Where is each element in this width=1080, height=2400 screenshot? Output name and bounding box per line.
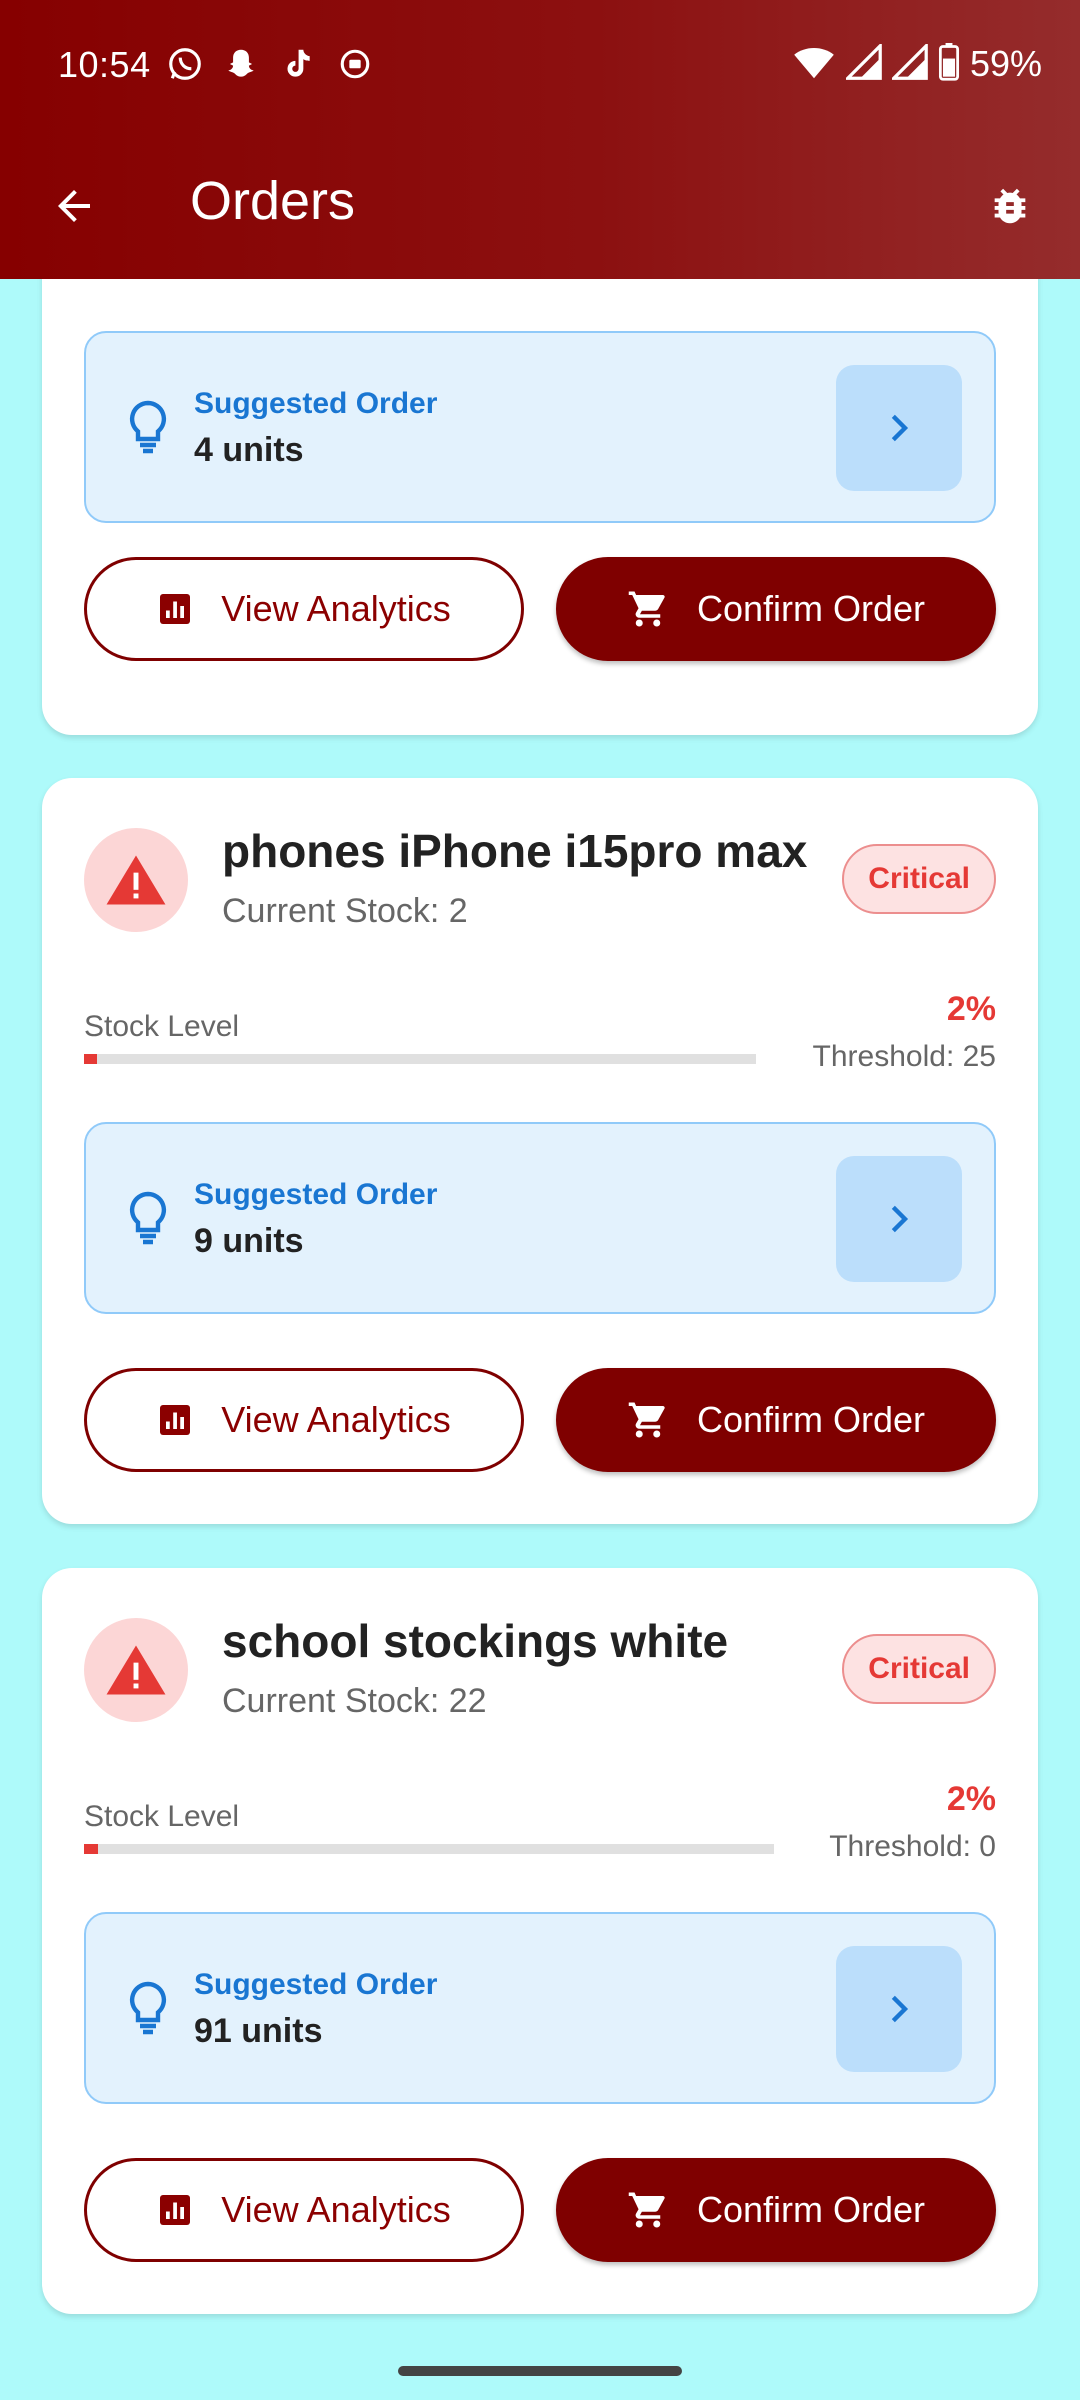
analytics-icon: [160, 594, 191, 624]
confirm-order-button[interactable]: Confirm Order: [556, 557, 996, 661]
analytics-icon: [160, 1405, 191, 1435]
stock-percent: 2%: [946, 990, 996, 1028]
suggested-order-label: Suggested Order: [194, 387, 438, 420]
view-analytics-label: View Analytics: [221, 588, 451, 629]
suggested-order-box: Suggested Order 4 units: [84, 331, 996, 523]
tiktok-icon: [278, 44, 316, 84]
confirm-order-label: Confirm Order: [696, 588, 926, 629]
threshold-text: Threshold: 0: [829, 1830, 996, 1863]
product-name: phones iPhone i15pro max: [222, 825, 808, 877]
stock-level-label: Stock Level: [84, 1010, 240, 1043]
view-analytics-button[interactable]: View Analytics: [84, 1368, 524, 1472]
status-badge: Critical: [842, 844, 996, 914]
suggested-order-label: Suggested Order: [194, 1178, 438, 1211]
status-time: 10:54: [58, 44, 151, 85]
suggested-order-box: Suggested Order 9 units: [84, 1122, 996, 1314]
stock-progress-fill: [84, 1844, 98, 1854]
view-analytics-label: View Analytics: [221, 2189, 451, 2230]
threshold-text: Threshold: 25: [812, 1040, 996, 1073]
orders-list[interactable]: Suggested Order 4 units View Analytics C…: [0, 279, 1080, 2400]
cart-icon: [628, 1402, 665, 1438]
arrow-back-icon[interactable]: [44, 176, 104, 236]
battery-icon: [938, 42, 960, 86]
lightbulb-icon: [126, 1980, 170, 2036]
warning-icon: [84, 1618, 188, 1722]
view-analytics-label: View Analytics: [221, 1399, 451, 1440]
lightbulb-icon: [126, 399, 170, 455]
analytics-icon: [160, 2195, 191, 2225]
whatsapp-icon: [166, 44, 204, 84]
confirm-order-label: Confirm Order: [696, 1399, 926, 1440]
snapchat-icon: [222, 44, 260, 84]
signal-icon-2: [889, 41, 928, 85]
lightbulb-icon: [126, 1190, 170, 1246]
current-stock: Current Stock: 22: [222, 1682, 487, 1720]
warning-icon: [84, 828, 188, 932]
bug-icon[interactable]: [980, 176, 1040, 236]
page-title: Orders: [190, 171, 356, 231]
order-card: Suggested Order 4 units View Analytics C…: [42, 279, 1038, 735]
home-indicator[interactable]: [398, 2366, 682, 2376]
suggested-order-units: 9 units: [194, 1222, 304, 1260]
order-card: phones iPhone i15pro max Current Stock: …: [42, 778, 1038, 1524]
suggested-order-units: 4 units: [194, 431, 304, 469]
stock-percent: 2%: [946, 1780, 996, 1818]
signal-icon: [843, 41, 882, 85]
confirm-order-label: Confirm Order: [696, 2189, 926, 2230]
app-bar: Orders: [0, 150, 1080, 260]
current-stock: Current Stock: 2: [222, 892, 468, 930]
wifi-icon: [792, 44, 836, 85]
cart-icon: [628, 2192, 665, 2228]
stock-progress-bar: [84, 1844, 774, 1854]
product-name: school stockings white: [222, 1615, 729, 1667]
order-card: school stockings white Current Stock: 22…: [42, 1568, 1038, 2314]
top-bar: 10:54 59% Orders: [0, 0, 1080, 279]
cart-icon: [628, 591, 665, 627]
suggested-order-units: 91 units: [194, 2012, 323, 2050]
chevron-right-icon[interactable]: [836, 365, 962, 491]
confirm-order-button[interactable]: Confirm Order: [556, 1368, 996, 1472]
record-icon: [338, 44, 372, 84]
status-bar: 10:54 59%: [0, 0, 1080, 132]
suggested-order-box: Suggested Order 91 units: [84, 1912, 996, 2104]
view-analytics-button[interactable]: View Analytics: [84, 557, 524, 661]
battery-percent: 59%: [969, 43, 1042, 84]
status-badge: Critical: [842, 1634, 996, 1704]
chevron-right-icon[interactable]: [836, 1156, 962, 1282]
suggested-order-label: Suggested Order: [194, 1968, 438, 2001]
stock-level-label: Stock Level: [84, 1800, 240, 1833]
confirm-order-button[interactable]: Confirm Order: [556, 2158, 996, 2262]
view-analytics-button[interactable]: View Analytics: [84, 2158, 524, 2262]
stock-progress-fill: [84, 1054, 98, 1064]
stock-progress-bar: [84, 1054, 756, 1064]
chevron-right-icon[interactable]: [836, 1946, 962, 2072]
